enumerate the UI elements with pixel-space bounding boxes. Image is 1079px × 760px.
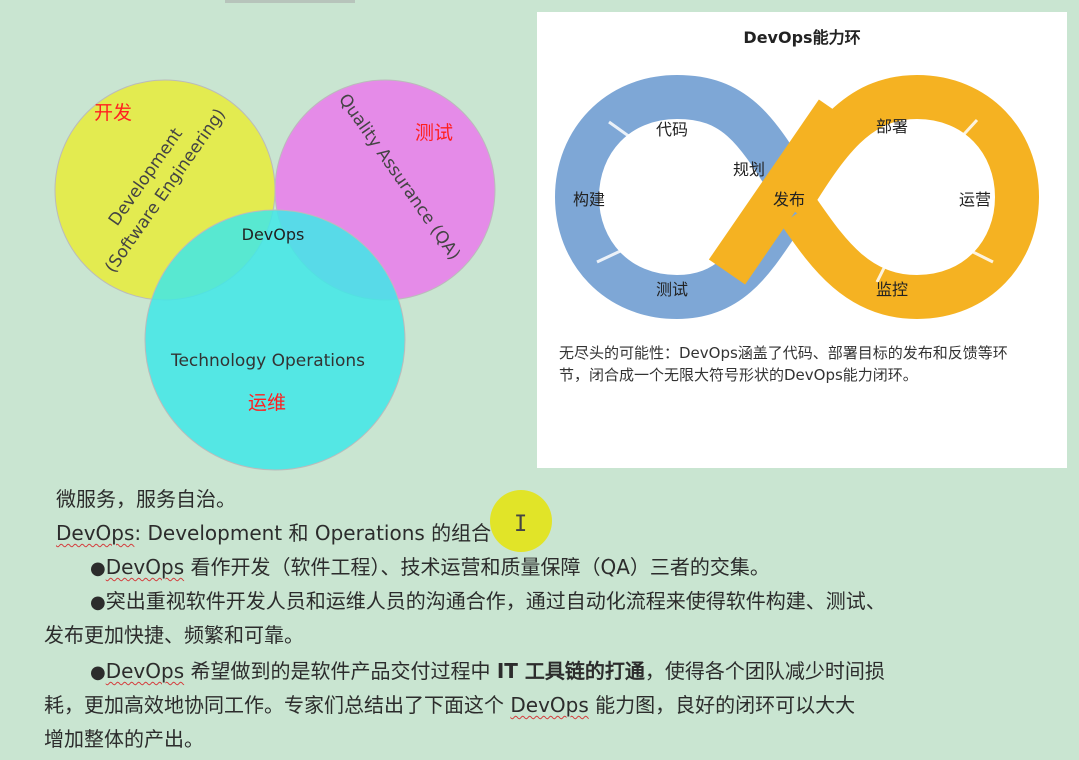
devops-term: DevOps (105, 659, 185, 683)
notes-line-devops-definition: DevOps: Development 和 Operations 的组合 (56, 516, 491, 550)
bullet-toolchain-text-a: 希望做到的是软件产品交付过程中 (184, 659, 497, 683)
devops-definition-text: : Development 和 Operations 的组合 (134, 521, 492, 545)
annotation-dev: 开发 (94, 102, 133, 124)
bullet-intersection-text: 看作开发（软件工程）、技术运营和质量保障（QA）三者的交集。 (184, 555, 770, 579)
annotation-ops: 运维 (248, 392, 287, 414)
annotation-qa: 测试 (415, 122, 454, 144)
devops-term: DevOps (105, 555, 185, 579)
bullet-dot: ● (90, 662, 106, 683)
notes-line-microservice: 微服务，服务自治。 (56, 487, 236, 511)
bullet-dot: ● (90, 558, 106, 579)
bullet-intersection: ●DevOps 看作开发（软件工程）、技术运营和质量保障（QA）三者的交集。 (90, 550, 770, 586)
loop-caption: 无尽头的可能性：DevOps涵盖了代码、部署目标的发布和反馈等环节，闭合成一个无… (559, 344, 1008, 384)
devops-term: DevOps (510, 693, 589, 717)
infinity-loop-svg: 代码 规划 构建 测试 发布 部署 运营 监控 (554, 74, 1040, 320)
bullet-collaboration: ●突出重视软件开发人员和运维人员的沟通合作，通过自动化流程来使得软件构建、测试、 (90, 584, 886, 620)
bullet-toolchain-line2-c: 能力图，良好的闭环可以大大 (588, 693, 856, 717)
stage-operate: 运营 (959, 190, 991, 209)
stage-code: 代码 (656, 120, 688, 139)
stage-monitor: 监控 (876, 280, 908, 299)
text-cursor-icon: I (514, 512, 528, 537)
devops-loop-card: DevOps能力环 代码 规划 构建 测试 发布 部署 运营 监控 无尽头的可能… (537, 12, 1067, 468)
devops-venn-diagram: Development (Software Engineering) Quali… (40, 40, 510, 475)
stage-deploy: 部署 (876, 117, 908, 136)
venn-ops-label: Technology Operations (170, 351, 365, 371)
stage-plan: 规划 (733, 160, 765, 179)
bullet-dot: ● (90, 592, 106, 613)
bullet-collaboration-cont: 发布更加快捷、频繁和可靠。 (44, 623, 304, 647)
stage-test: 测试 (656, 280, 688, 299)
bullet-toolchain-text-c: ，使得各个团队减少时间损 (644, 659, 885, 683)
bullet-toolchain: ●DevOps 希望做到的是软件产品交付过程中 IT 工具链的打通，使得各个团队… (90, 654, 885, 690)
bullet-toolchain-line2: 耗，更加高效地协同工作。专家们总结出了下面这个 DevOps 能力图，良好的闭环… (44, 688, 855, 722)
bullet-toolchain-line3: 增加整体的产出。 (44, 727, 204, 751)
devops-term: DevOps (56, 521, 135, 545)
stage-release: 发布 (773, 190, 805, 209)
window-top-tab (225, 0, 355, 3)
bullet-collaboration-text: 突出重视软件开发人员和运维人员的沟通合作，通过自动化流程来使得软件构建、测试、 (105, 589, 886, 613)
stage-build: 构建 (573, 190, 605, 209)
bullet-toolchain-line2-a: 耗，更加高效地协同工作。专家们总结出了下面这个 (44, 693, 511, 717)
venn-center-label: DevOps (242, 225, 305, 244)
bullet-toolchain-bold: IT 工具链的打通 (496, 659, 645, 683)
